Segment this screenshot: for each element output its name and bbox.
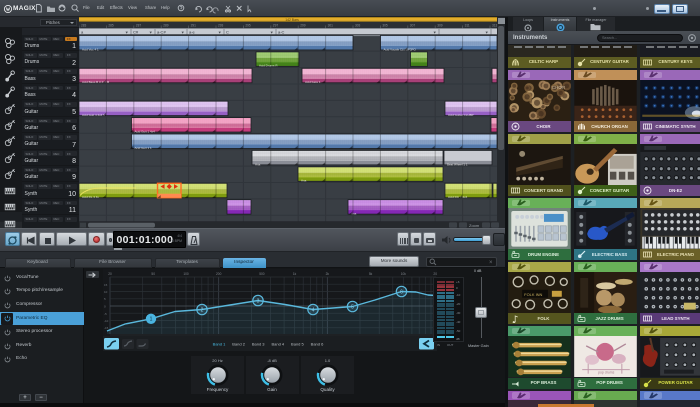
svg-text:Band 4: Band 4 (271, 341, 284, 346)
svg-text:305: 305 (382, 24, 388, 28)
svg-text:142 Bars: 142 Bars (285, 18, 299, 22)
svg-text:295: 295 (245, 24, 251, 28)
svg-text:5k: 5k (369, 272, 373, 276)
svg-text:5: 5 (351, 304, 354, 310)
svg-text:Acid Voc 4 1: Acid Voc 4 1 (82, 47, 99, 51)
svg-text:1: 1 (150, 317, 153, 323)
svg-text:4: 4 (312, 307, 315, 313)
svg-text:10: 10 (104, 290, 108, 294)
svg-text:3: 3 (257, 298, 260, 304)
svg-text:Band 1: Band 1 (213, 341, 226, 346)
svg-text:C#: C# (133, 30, 139, 35)
svg-text:-5: -5 (104, 312, 107, 316)
svg-text:Band 2: Band 2 (232, 341, 245, 346)
svg-text:pop drums: pop drums (598, 371, 615, 375)
svg-text:Acid Guit 4 4x4 B: Acid Guit 4 4x4 B (82, 113, 105, 117)
svg-text:Band 6: Band 6 (311, 341, 324, 346)
svg-text:311: 311 (465, 24, 470, 28)
svg-text:291: 291 (191, 24, 197, 28)
svg-text:Beat Wheel 1 1: Beat Wheel 1 1 (447, 162, 468, 166)
svg-text:Band 3: Band 3 (252, 341, 265, 346)
svg-text:Acid Drums R: Acid Drums R (259, 64, 278, 68)
svg-text:2k: 2k (326, 272, 330, 276)
svg-text:CHOR: CHOR (552, 84, 566, 89)
svg-text:a-e: a-e (189, 30, 196, 35)
svg-text:100: 100 (183, 272, 189, 276)
svg-text:Acid DC 3 4x4: Acid DC 3 4x4 (448, 195, 468, 199)
svg-text:289: 289 (163, 24, 169, 28)
svg-text:Acid DL 3 4x: Acid DL 3 4x (82, 195, 99, 199)
svg-text:10k: 10k (401, 272, 407, 276)
svg-text:293: 293 (218, 24, 224, 28)
svg-text:-10: -10 (104, 319, 109, 323)
svg-text:283: 283 (81, 24, 87, 28)
svg-text:15: 15 (104, 283, 108, 287)
svg-text:303: 303 (355, 24, 361, 28)
svg-text:285: 285 (108, 24, 114, 28)
svg-text:Acid bass 1: Acid bass 1 (305, 80, 321, 84)
svg-text:C: C (226, 30, 229, 35)
svg-text:287: 287 (136, 24, 142, 28)
svg-text:20k: 20k (433, 272, 437, 276)
svg-text:200: 200 (216, 272, 222, 276)
svg-text:Band 5: Band 5 (291, 341, 304, 346)
svg-text:307: 307 (410, 24, 416, 28)
svg-text:297: 297 (273, 24, 279, 28)
svg-text:FOLK INN: FOLK INN (524, 292, 542, 297)
svg-text:Ana: Ana (301, 179, 307, 183)
svg-text:500: 500 (259, 272, 265, 276)
svg-text:Ana: Ana (255, 162, 261, 166)
svg-text:301: 301 (328, 24, 334, 28)
svg-text:-15: -15 (104, 326, 109, 330)
svg-text:6: 6 (400, 289, 403, 295)
svg-text:313: 313 (492, 24, 498, 28)
svg-text:1k: 1k (293, 272, 297, 276)
svg-text:309: 309 (437, 24, 443, 28)
svg-text:Acid Guit 1 4x4: Acid Guit 1 4x4 (135, 129, 156, 133)
svg-text:a-C: a-C (278, 30, 285, 35)
svg-text:20: 20 (108, 272, 112, 276)
svg-text:Acid Guit 1 1: Acid Guit 1 1 (135, 146, 153, 150)
svg-text:Acid Guitar CLUBP: Acid Guitar CLUBP (448, 113, 474, 117)
svg-text:Acid Vocals CLUBP3PO: Acid Vocals CLUBP3PO (384, 47, 417, 51)
svg-text:2: 2 (201, 307, 204, 313)
svg-text:299: 299 (300, 24, 306, 28)
svg-text:a-C#: a-C# (157, 30, 166, 35)
svg-text:50: 50 (151, 272, 155, 276)
